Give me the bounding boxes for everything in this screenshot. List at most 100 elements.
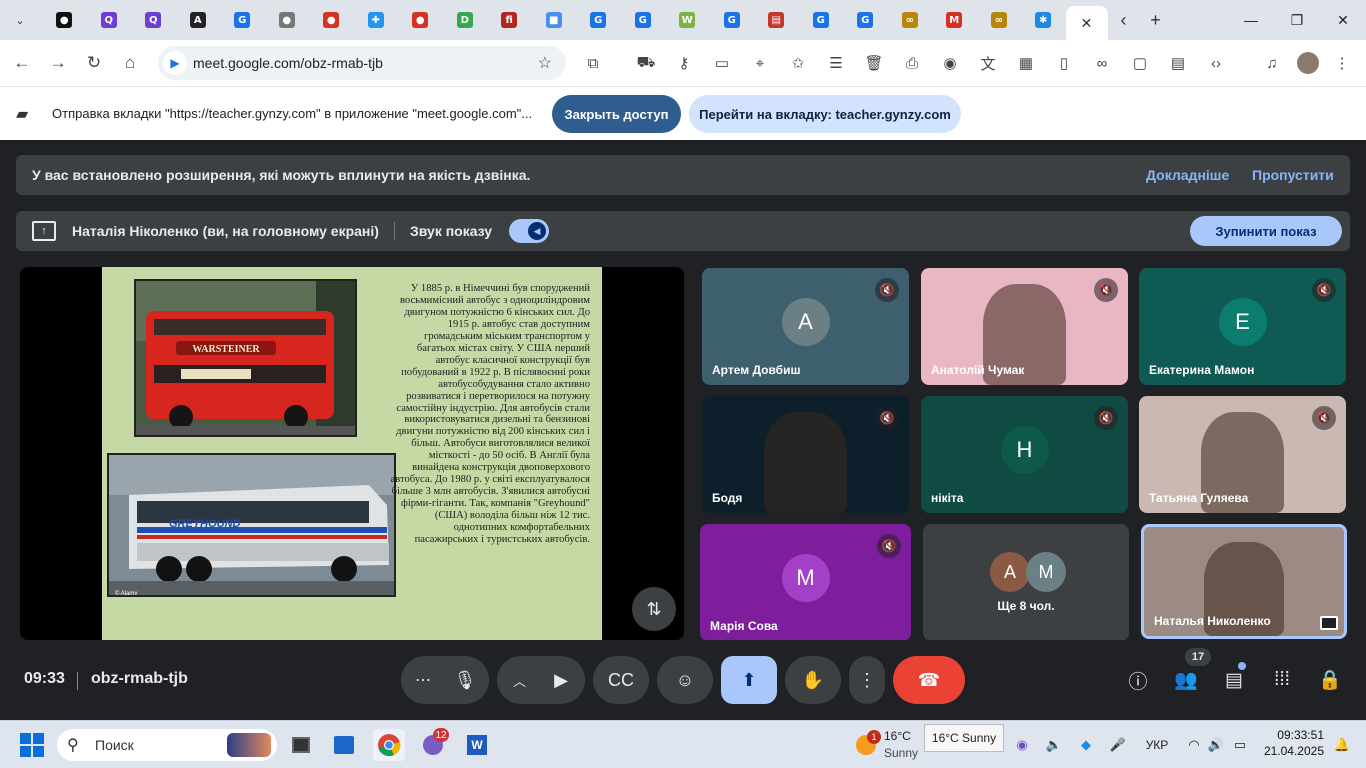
new-tab-button[interactable]: ‹	[1108, 10, 1140, 31]
more-participants-tile[interactable]: A M Ще 8 чол.	[923, 524, 1129, 641]
tab-link-2[interactable]: ∞	[977, 6, 1022, 34]
tab-fi[interactable]: fi	[487, 6, 532, 34]
browser-menu-icon[interactable]: ⋮	[1327, 46, 1357, 80]
leave-call-icon[interactable]: ☎	[893, 656, 965, 704]
participant-tile[interactable]: 🔇 Татьяна Гуляева	[1139, 396, 1346, 513]
defender-icon[interactable]: ◆	[1074, 729, 1098, 761]
tab-quizlet-2[interactable]: Q	[131, 6, 176, 34]
taskbar-clock[interactable]: 09:33:51 21.04.2025	[1262, 727, 1324, 759]
home-icon[interactable]: ⌂	[112, 45, 148, 81]
maximize-icon[interactable]: ❐	[1274, 0, 1320, 40]
participant-tile[interactable]: E 🔇 Екатерина Мамон	[1139, 268, 1346, 385]
extensions-icon[interactable]: ⧉	[578, 46, 608, 80]
host-controls-icon[interactable]: 🔒	[1310, 664, 1350, 696]
wifi-icon[interactable]: ◠	[1182, 729, 1206, 761]
tab-gynzy[interactable]: G	[220, 6, 265, 34]
reload-icon[interactable]: ↻	[76, 45, 112, 81]
notifications-icon[interactable]: 🔔	[1330, 729, 1354, 761]
tab-red-2[interactable]: ●	[398, 6, 443, 34]
address-bar[interactable]: ▶ meet.google.com/obz-rmab-tjb ☆	[158, 46, 566, 80]
stop-presenting-button[interactable]: Зупинити показ	[1190, 216, 1342, 246]
speaker-icon[interactable]: 🔊	[1204, 729, 1228, 761]
tab-puzzle[interactable]: ✚	[354, 6, 399, 34]
ext-card-icon[interactable]: ▭	[707, 46, 737, 80]
tab-gynzy-3[interactable]: G	[621, 6, 666, 34]
tab-app[interactable]: A	[176, 6, 221, 34]
profile-avatar[interactable]	[1293, 46, 1323, 80]
tab-gynzy-5[interactable]: G	[799, 6, 844, 34]
new-tab-plus-button[interactable]: +	[1140, 10, 1172, 31]
volume-tray-icon[interactable]: 🔈	[1042, 729, 1066, 761]
stop-access-button[interactable]: Закрыть доступ	[552, 95, 681, 133]
ext-trash-icon[interactable]: 🗑	[859, 46, 889, 80]
people-icon[interactable]: 👥	[1166, 664, 1206, 696]
word-icon[interactable]: W	[461, 729, 493, 761]
tab-wordwall[interactable]: W	[665, 6, 710, 34]
battery-icon[interactable]: ▭	[1228, 729, 1252, 761]
swap-view-button[interactable]: ⇅	[632, 587, 676, 631]
url-text[interactable]: meet.google.com/obz-rmab-tjb	[193, 55, 383, 71]
activities-icon[interactable]: ⁞⁞⁞	[1262, 664, 1302, 696]
raise-hand-icon[interactable]: ✋	[785, 656, 841, 704]
tab-search-icon[interactable]: ⌄	[6, 6, 34, 34]
more-options-icon[interactable]: ⋮	[849, 656, 885, 704]
tab-red[interactable]: ●	[309, 6, 354, 34]
close-window-icon[interactable]: ✕	[1320, 0, 1366, 40]
tab-gynzy-6[interactable]: G	[843, 6, 888, 34]
participant-tile[interactable]: A 🔇 Артем Довбиш	[702, 268, 909, 385]
learn-more-link[interactable]: Докладніше	[1146, 167, 1229, 183]
back-icon[interactable]: ←	[4, 45, 40, 81]
ext-car-icon[interactable]: ⛟	[631, 46, 661, 80]
taskbar-search[interactable]: ⚲ Поиск	[57, 729, 277, 761]
tab-colors[interactable]: ■	[532, 6, 577, 34]
tray-app-icon[interactable]: ◉	[1010, 729, 1034, 761]
tab-chatgpt[interactable]: ●	[42, 6, 87, 34]
ext-code-icon[interactable]: ‹›	[1201, 46, 1231, 80]
ext-qr-icon[interactable]: ▦	[1011, 46, 1041, 80]
task-view-icon[interactable]	[285, 729, 317, 761]
ext-devices-icon[interactable]: ▢	[1125, 46, 1155, 80]
go-to-tab-button[interactable]: Перейти на вкладку: teacher.gynzy.com	[689, 95, 961, 133]
video-options-icon[interactable]: ︿	[513, 671, 526, 690]
ext-link-icon[interactable]: ∞	[1087, 46, 1117, 80]
tab-d[interactable]: D	[443, 6, 488, 34]
teams-icon[interactable]: 12	[417, 728, 449, 761]
store-icon[interactable]	[328, 729, 360, 761]
participant-tile[interactable]: H 🔇 нікіта	[921, 396, 1128, 513]
captions-icon[interactable]: CC	[593, 656, 649, 704]
tab-gmail[interactable]: M	[932, 6, 977, 34]
chat-icon[interactable]: ▤	[1214, 664, 1254, 696]
meeting-info-icon[interactable]: ⓘ	[1118, 664, 1158, 696]
participant-tile[interactable]: 🔇 Анатолій Чумак	[921, 268, 1128, 385]
present-screen-icon[interactable]: ⬆	[721, 656, 777, 704]
participant-tile[interactable]: M 🔇 Марія Сова	[700, 524, 911, 641]
start-icon[interactable]	[16, 729, 48, 761]
self-tile[interactable]: Наталья Николенко	[1141, 524, 1347, 639]
tab-gynzy-2[interactable]: G	[576, 6, 621, 34]
tab-close-icon[interactable]: ✕	[1081, 15, 1093, 32]
skip-link[interactable]: Пропустити	[1252, 167, 1334, 183]
ext-location-icon[interactable]: ⌖	[745, 46, 775, 80]
microphone-icon[interactable]: 🎙	[441, 656, 489, 704]
ext-table-icon[interactable]: ▤	[1163, 46, 1193, 80]
ext-reader-icon[interactable]: ▯	[1049, 46, 1079, 80]
tab-quizlet[interactable]: Q	[87, 6, 132, 34]
tab-snow[interactable]: ✱	[1021, 6, 1066, 34]
camera-icon[interactable]: ▶	[537, 656, 585, 704]
ext-key-icon[interactable]: ⚷	[669, 46, 699, 80]
ext-star-icon[interactable]: ✩	[783, 46, 813, 80]
audio-options-icon[interactable]: ⋯	[415, 670, 431, 690]
ext-print-icon[interactable]: ⎙	[897, 46, 927, 80]
emoji-icon[interactable]: ☺	[657, 656, 713, 704]
bookmark-star-icon[interactable]: ☆	[538, 53, 552, 73]
weather-widget[interactable]: 1 16°C Sunny	[846, 725, 926, 765]
tab-link[interactable]: ∞	[888, 6, 933, 34]
picture-in-picture-icon[interactable]	[1320, 616, 1338, 630]
forward-icon[interactable]: →	[40, 45, 76, 81]
media-control-icon[interactable]: ♫	[1257, 46, 1287, 80]
ext-translate-icon[interactable]: 文	[973, 46, 1003, 80]
sound-toggle[interactable]: ◀	[509, 219, 549, 243]
language-indicator[interactable]: УКР	[1142, 729, 1172, 761]
ext-list-icon[interactable]: ☰	[821, 46, 851, 80]
tab-web[interactable]: ●	[265, 6, 310, 34]
